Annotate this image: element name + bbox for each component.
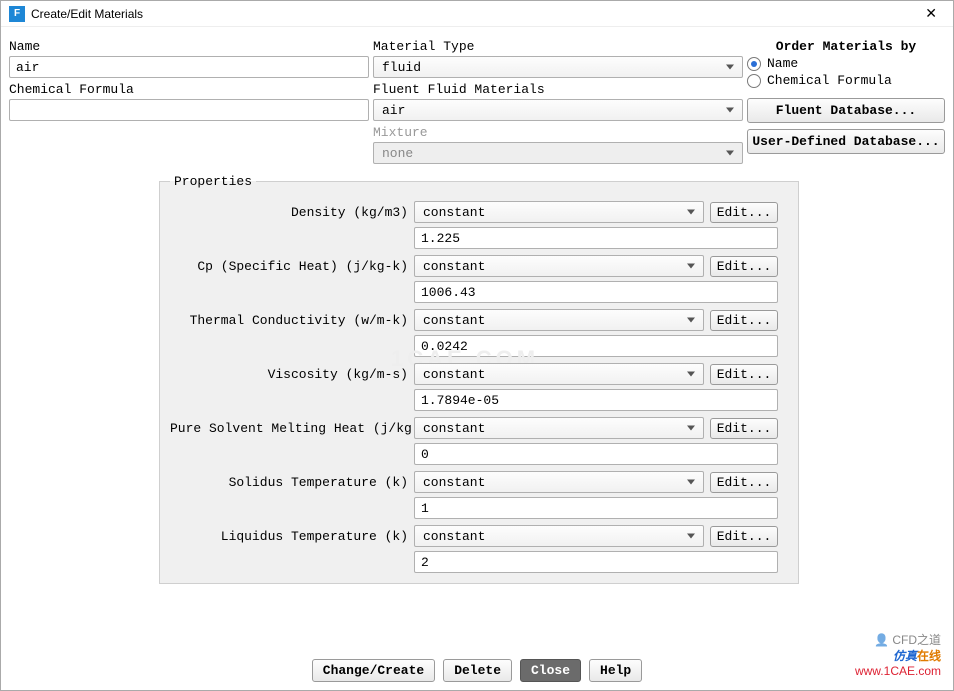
prop-value-input[interactable]	[414, 497, 778, 519]
prop-method-combo[interactable]: constant	[414, 363, 704, 385]
prop-label: Liquidus Temperature (k)	[170, 529, 408, 544]
prop-label: Pure Solvent Melting Heat (j/kg)	[170, 421, 408, 436]
name-label: Name	[9, 39, 369, 54]
prop-value-input[interactable]	[414, 335, 778, 357]
material-type-label: Material Type	[373, 39, 743, 54]
prop-label: Thermal Conductivity (w/m-k)	[170, 313, 408, 328]
watermark: 👤 CFD之道 仿真在线 www.1CAE.com	[855, 633, 941, 680]
edit-button[interactable]: Edit...	[710, 364, 778, 385]
order-by-formula-label: Chemical Formula	[767, 73, 892, 88]
order-by-formula-radio[interactable]: Chemical Formula	[747, 73, 945, 88]
mixture-label: Mixture	[373, 125, 743, 140]
delete-button[interactable]: Delete	[443, 659, 512, 682]
radio-icon	[747, 74, 761, 88]
edit-button[interactable]: Edit...	[710, 472, 778, 493]
mixture-combo: none	[373, 142, 743, 164]
fluid-materials-combo[interactable]: air	[373, 99, 743, 121]
app-icon: F	[9, 6, 25, 22]
prop-method-combo[interactable]: constant	[414, 471, 704, 493]
edit-button[interactable]: Edit...	[710, 418, 778, 439]
prop-value-input[interactable]	[414, 551, 778, 573]
prop-method-combo[interactable]: constant	[414, 309, 704, 331]
close-button[interactable]: Close	[520, 659, 581, 682]
edit-button[interactable]: Edit...	[710, 526, 778, 547]
edit-button[interactable]: Edit...	[710, 310, 778, 331]
change-create-button[interactable]: Change/Create	[312, 659, 435, 682]
prop-value-input[interactable]	[414, 281, 778, 303]
edit-button[interactable]: Edit...	[710, 256, 778, 277]
user-defined-database-button[interactable]: User-Defined Database...	[747, 129, 945, 154]
window-title: Create/Edit Materials	[31, 7, 911, 21]
order-by-name-radio[interactable]: Name	[747, 56, 945, 71]
edit-button[interactable]: Edit...	[710, 202, 778, 223]
formula-input[interactable]	[9, 99, 369, 121]
prop-method-combo[interactable]: constant	[414, 417, 704, 439]
title-bar: F Create/Edit Materials ✕	[1, 1, 953, 27]
fluid-materials-label: Fluent Fluid Materials	[373, 82, 743, 97]
prop-method-combo[interactable]: constant	[414, 255, 704, 277]
close-icon[interactable]: ✕	[917, 5, 945, 22]
material-type-combo[interactable]: fluid	[373, 56, 743, 78]
name-input[interactable]	[9, 56, 369, 78]
prop-value-input[interactable]	[414, 389, 778, 411]
prop-value-input[interactable]	[414, 443, 778, 465]
prop-label: Density (kg/m3)	[170, 205, 408, 220]
prop-label: Solidus Temperature (k)	[170, 475, 408, 490]
prop-value-input[interactable]	[414, 227, 778, 249]
radio-icon	[747, 57, 761, 71]
prop-method-combo[interactable]: constant	[414, 525, 704, 547]
formula-label: Chemical Formula	[9, 82, 369, 97]
prop-label: Viscosity (kg/m-s)	[170, 367, 408, 382]
properties-legend: Properties	[170, 174, 256, 189]
properties-group: Properties Density (kg/m3) constant Edit..…	[159, 174, 799, 584]
order-by-label: Order Materials by	[747, 39, 945, 54]
prop-label: Cp (Specific Heat) (j/kg-k)	[170, 259, 408, 274]
fluent-database-button[interactable]: Fluent Database...	[747, 98, 945, 123]
dialog-buttons: Change/Create Delete Close Help	[1, 659, 953, 682]
prop-method-combo[interactable]: constant	[414, 201, 704, 223]
order-by-name-label: Name	[767, 56, 798, 71]
help-button[interactable]: Help	[589, 659, 642, 682]
